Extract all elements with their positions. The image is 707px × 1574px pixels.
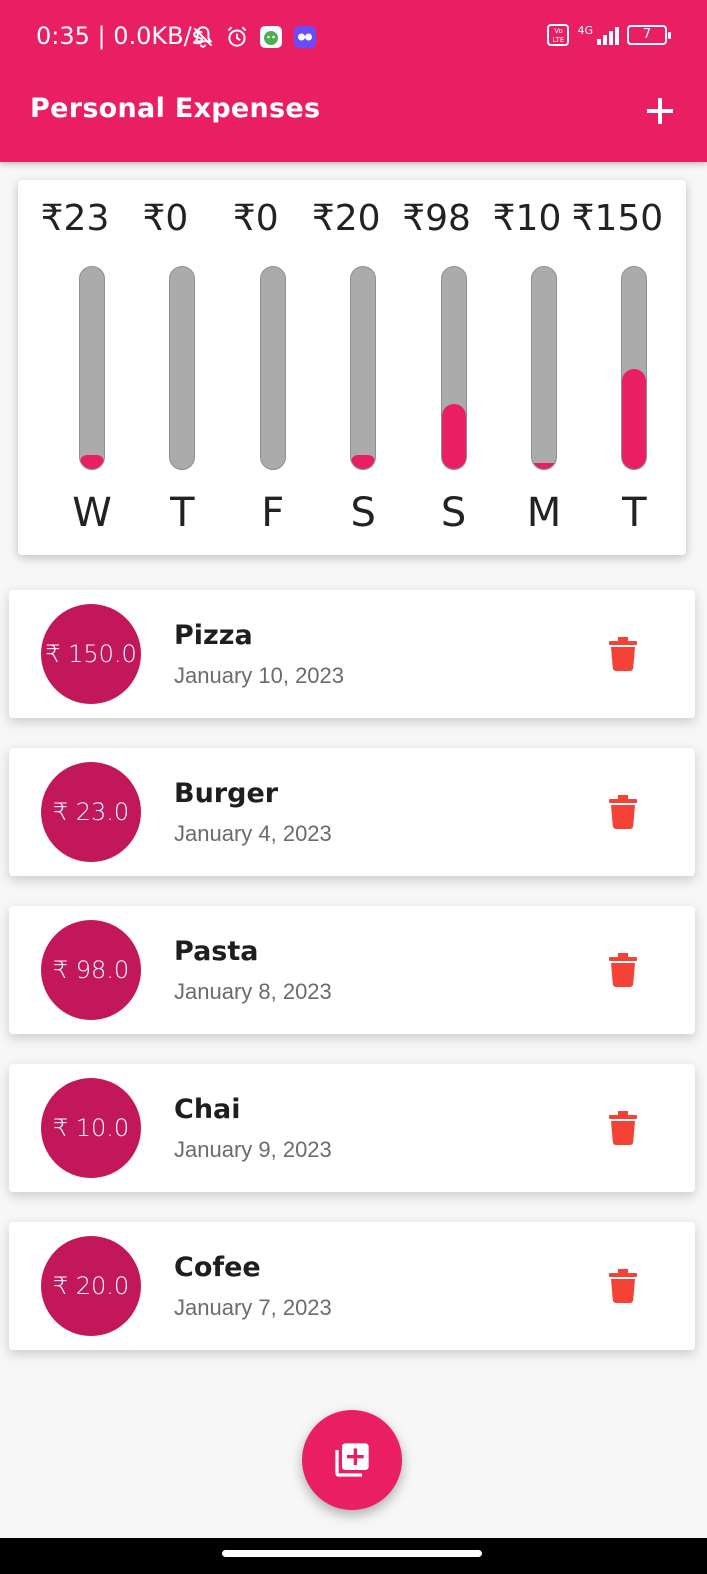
amount-avatar: ₹ 98.0	[41, 920, 141, 1020]
chart-bar-fill	[351, 455, 376, 469]
chart-bar-fill	[80, 455, 104, 469]
chart-bar-track	[621, 266, 648, 470]
chart-column: ₹10 M	[482, 180, 572, 555]
muted-bell-icon	[190, 24, 216, 50]
chart-column: ₹0 F	[211, 180, 301, 555]
amount-avatar: ₹ 10.0	[41, 1078, 141, 1178]
app-notification-icon-2	[292, 24, 318, 50]
chart-column: ₹0 T	[120, 180, 210, 555]
page-title: Personal Expenses	[30, 93, 321, 124]
app-notification-icon	[258, 24, 284, 50]
chart-bar-track	[79, 266, 105, 470]
chart-column: ₹20 S	[301, 180, 391, 555]
transaction-card: ₹ 150.0 Pizza January 10, 2023	[9, 590, 695, 718]
battery-level: 7	[642, 27, 652, 42]
add-expense-button[interactable]	[641, 92, 679, 130]
volte-icon: Vo LTE	[547, 24, 570, 46]
chart-bar-fill	[622, 369, 647, 469]
chart-bar-track	[531, 266, 557, 470]
delete-button[interactable]	[605, 952, 641, 988]
status-right-icons: Vo LTE 4G 7	[547, 24, 671, 46]
transaction-card: ₹ 23.0 Burger January 4, 2023	[9, 748, 695, 876]
transaction-date: January 7, 2023	[174, 1295, 332, 1320]
gesture-handle[interactable]	[222, 1550, 482, 1557]
network-type: 4G	[577, 24, 593, 37]
chart-bar-fill	[441, 404, 466, 469]
transaction-date: January 10, 2023	[174, 663, 345, 688]
transaction-card: ₹ 10.0 Chai January 9, 2023	[9, 1064, 695, 1192]
chart-amount-label: ₹150	[571, 198, 664, 239]
transaction-date: January 8, 2023	[174, 979, 332, 1004]
add-library-icon	[335, 1443, 369, 1477]
amount-avatar: ₹ 150.0	[41, 604, 141, 704]
trash-icon	[609, 795, 637, 829]
transaction-date: January 9, 2023	[174, 1137, 332, 1162]
chart-day-label: T	[622, 490, 647, 536]
chart-bar-track	[350, 266, 377, 470]
alarm-icon	[224, 24, 250, 50]
notification-icons	[190, 24, 318, 50]
plus-icon	[647, 98, 673, 124]
transaction-title: Pizza	[174, 620, 253, 651]
chart-column: ₹98 S	[392, 180, 482, 555]
chart-bar-track	[169, 266, 196, 470]
transaction-title: Cofee	[174, 1252, 261, 1283]
status-time: 0:35	[36, 22, 90, 50]
transaction-title: Chai	[174, 1094, 241, 1125]
transaction-title: Burger	[174, 778, 279, 809]
trash-icon	[609, 1269, 637, 1303]
status-bar: 0:35 | 0.0KB/s Vo LTE 4G 7	[0, 0, 707, 78]
system-nav-bar	[0, 1538, 707, 1574]
transaction-card: ₹ 20.0 Cofee January 7, 2023	[9, 1222, 695, 1350]
delete-button[interactable]	[605, 794, 641, 830]
delete-button[interactable]	[605, 1110, 641, 1146]
weekly-chart: ₹23 W ₹0 T ₹0 F ₹20 S ₹98 S ₹10 M ₹150 T	[18, 180, 686, 555]
trash-icon	[609, 953, 637, 987]
trash-icon	[609, 637, 637, 671]
transaction-card: ₹ 98.0 Pasta January 8, 2023	[9, 906, 695, 1034]
chart-bar-track	[259, 266, 286, 470]
trash-icon	[609, 1111, 637, 1145]
chart-bar-track	[440, 266, 467, 470]
delete-button[interactable]	[605, 636, 641, 672]
delete-button[interactable]	[605, 1268, 641, 1304]
signal-icon	[597, 25, 619, 45]
transaction-date: January 4, 2023	[174, 821, 332, 846]
amount-avatar: ₹ 23.0	[41, 762, 141, 862]
chart-bar-fill	[532, 463, 556, 469]
chart-column: ₹150 T	[572, 180, 664, 555]
status-time-and-speed: 0:35 | 0.0KB/s	[36, 22, 205, 50]
amount-avatar: ₹ 20.0	[41, 1236, 141, 1336]
transaction-title: Pasta	[174, 936, 259, 967]
battery-icon: 7	[627, 25, 671, 45]
chart-column: ₹23 W	[30, 180, 120, 555]
app-header: 0:35 | 0.0KB/s Vo LTE 4G 7 Personal Expe…	[0, 0, 707, 162]
add-transaction-fab[interactable]	[302, 1410, 402, 1510]
